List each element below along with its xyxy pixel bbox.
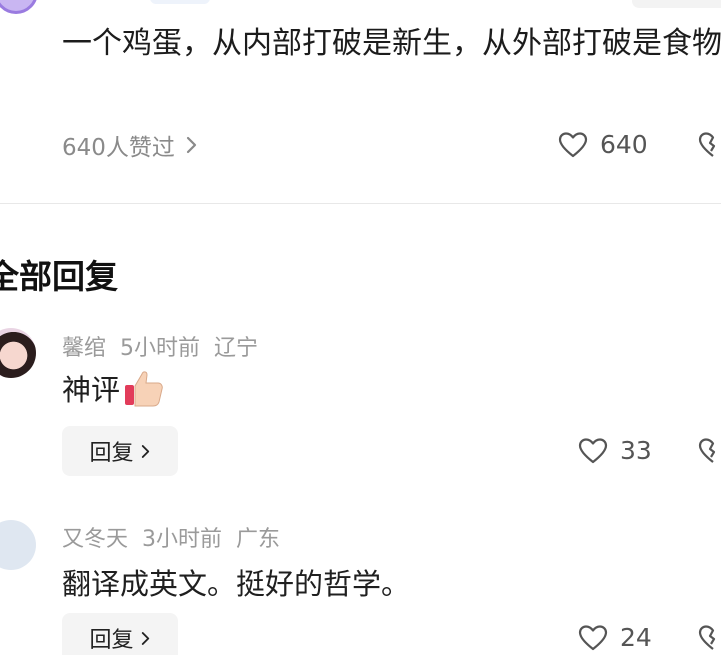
heart-icon xyxy=(578,624,608,650)
comment-body: 翻译成英文。挺好的哲学。 xyxy=(62,567,411,601)
chevron-right-icon xyxy=(186,136,197,154)
comment-time: 3小时前 xyxy=(142,527,223,552)
comment-meta: 馨绾 5小时前 辽宁 xyxy=(62,330,258,362)
comment-author[interactable]: 馨绾 xyxy=(62,330,106,362)
reply-button[interactable]: 回复 xyxy=(62,613,178,655)
thumbs-up-emoji xyxy=(125,371,163,407)
comment-like-count: 33 xyxy=(620,436,652,465)
comment-location: 广东 xyxy=(236,527,281,552)
comment-meta: 又冬天 3小时前 广东 xyxy=(62,521,280,553)
comment-time: 5小时前 xyxy=(120,336,201,361)
all-replies-heading: 全部回复 xyxy=(0,257,118,296)
comment-thread-page: 一个鸡蛋，从内部打破是新生，从外部打破是食物。 640人赞过 640 全部回复 … xyxy=(0,0,721,655)
post-text: 一个鸡蛋，从内部打破是新生，从外部打破是食物。 xyxy=(62,26,721,61)
post-like-count: 640 xyxy=(600,130,648,159)
comment-like-count: 24 xyxy=(620,623,652,652)
heart-icon xyxy=(558,131,588,157)
reply-label: 回复 xyxy=(89,441,134,466)
liked-by-label: 640人赞过 xyxy=(62,135,175,161)
comment-text: 翻译成英文。挺好的哲学。 xyxy=(62,561,410,603)
reply-label: 回复 xyxy=(89,628,134,653)
comment-body: 神评 xyxy=(62,373,121,407)
comment-author[interactable]: 又冬天 xyxy=(62,521,128,553)
heart-icon xyxy=(578,437,608,463)
comment-location: 辽宁 xyxy=(214,336,259,361)
section-divider xyxy=(0,203,721,204)
comment-text: 神评 xyxy=(62,366,166,410)
tag-chip xyxy=(150,0,210,4)
broken-heart-icon[interactable] xyxy=(698,624,721,652)
broken-heart-icon[interactable] xyxy=(698,131,721,159)
broken-heart-icon[interactable] xyxy=(698,437,721,465)
chevron-right-icon xyxy=(141,631,149,645)
comment-like-button[interactable]: 24 xyxy=(578,623,652,652)
action-chip[interactable] xyxy=(632,0,721,8)
avatar[interactable] xyxy=(0,520,36,570)
reply-button[interactable]: 回复 xyxy=(62,426,178,476)
post-author-avatar[interactable] xyxy=(0,0,38,14)
comment-like-button[interactable]: 33 xyxy=(578,436,652,465)
chevron-right-icon xyxy=(141,444,149,458)
post-like-button[interactable]: 640 xyxy=(558,130,648,159)
avatar[interactable] xyxy=(0,328,36,378)
liked-by-link[interactable]: 640人赞过 xyxy=(62,128,199,162)
